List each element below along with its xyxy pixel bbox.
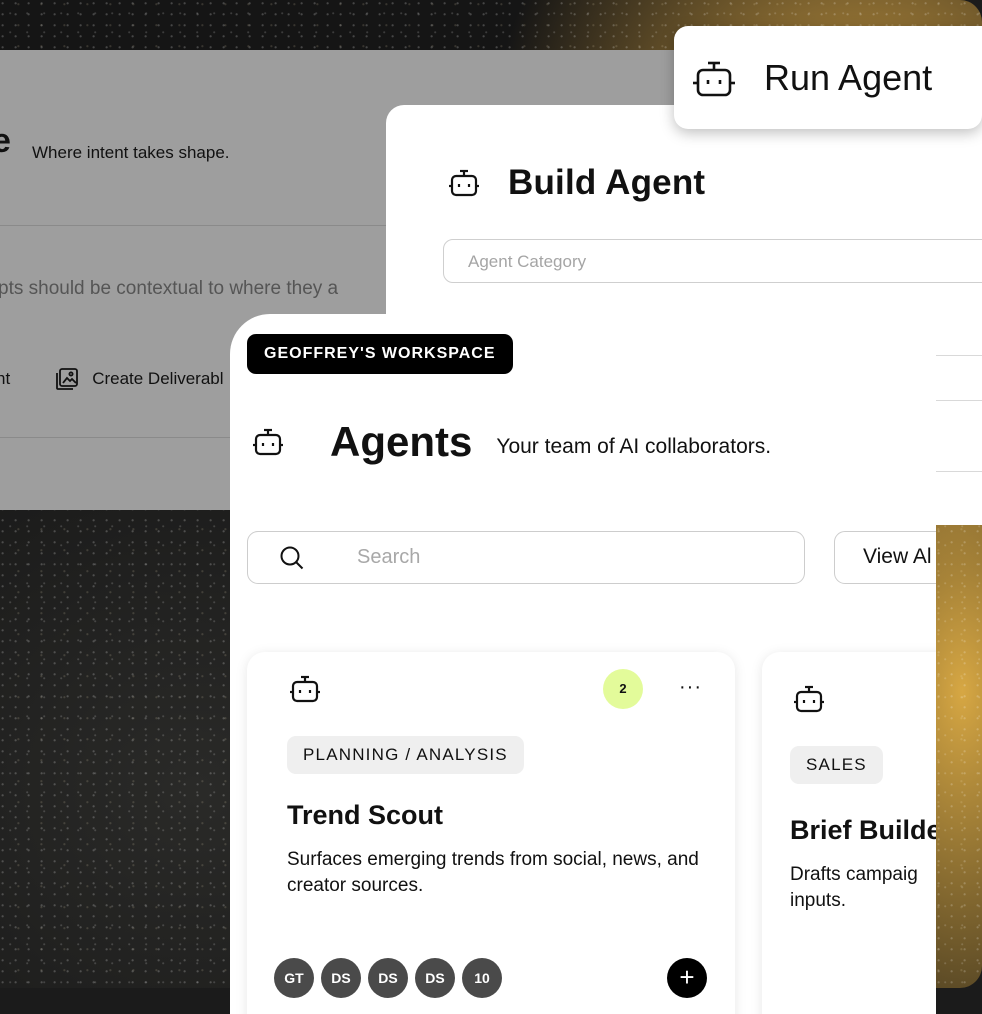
- agent-category-placeholder: Agent Category: [468, 252, 587, 271]
- avatar[interactable]: DS: [415, 958, 455, 998]
- search-input[interactable]: Search: [247, 531, 805, 584]
- robot-icon: [253, 428, 283, 456]
- more-icon[interactable]: ···: [679, 676, 702, 699]
- agents-panel: GEOFFREY'S WORKSPACE Agents Your team of…: [230, 314, 936, 1014]
- agent-card-trend-scout[interactable]: 2 ··· PLANNING / ANALYSIS Trend Scout Su…: [247, 652, 735, 1014]
- page-title: Agents: [330, 418, 473, 465]
- background-tagline: Where intent takes shape.: [32, 143, 230, 162]
- agents-header: Agents Your team of AI collaborators.: [250, 418, 771, 466]
- robot-icon: [290, 675, 320, 703]
- collaborator-avatars: GT DS DS DS 10: [274, 958, 509, 998]
- build-agent-header: Build Agent: [446, 163, 705, 203]
- agent-description-line: Drafts campaig: [790, 864, 918, 885]
- view-all-button[interactable]: View Al: [834, 531, 936, 584]
- agent-description-line: inputs.: [790, 890, 846, 911]
- agent-description: Surfaces emerging trends from social, ne…: [287, 849, 699, 896]
- agent-category-select[interactable]: Agent Category: [443, 239, 982, 283]
- robot-icon: [794, 685, 824, 713]
- background-page-title: e: [0, 122, 11, 160]
- divider: [936, 471, 982, 472]
- avatar[interactable]: DS: [321, 958, 361, 998]
- page-subtitle: Your team of AI collaborators.: [496, 435, 772, 458]
- build-agent-title: Build Agent: [508, 163, 706, 202]
- background-hint-text: pts should be contextual to where they a: [0, 278, 339, 299]
- agent-name: Trend Scout: [287, 800, 444, 830]
- avatar[interactable]: GT: [274, 958, 314, 998]
- image-add-icon: [56, 368, 79, 390]
- divider: [936, 400, 982, 401]
- run-agent-button[interactable]: Run Agent: [674, 26, 982, 129]
- avatar[interactable]: DS: [368, 958, 408, 998]
- background-action-1[interactable]: nt: [0, 369, 10, 389]
- search-icon: [280, 546, 304, 569]
- category-tag: PLANNING / ANALYSIS: [287, 736, 524, 774]
- workspace-badge[interactable]: GEOFFREY'S WORKSPACE: [247, 334, 513, 374]
- search-placeholder: Search: [357, 546, 421, 568]
- plus-icon[interactable]: +: [667, 958, 707, 998]
- background-actions: nt Create Deliverabl: [0, 366, 224, 392]
- agent-description: Drafts campaig inputs.: [790, 862, 936, 914]
- create-deliverable-button[interactable]: Create Deliverabl: [92, 369, 223, 389]
- run-agent-label: Run Agent: [764, 56, 933, 98]
- robot-icon: [449, 169, 479, 197]
- avatar-overflow-count[interactable]: 10: [462, 958, 502, 998]
- agent-card-brief-builder[interactable]: SALES Brief Builde Drafts campaig inputs…: [762, 652, 936, 1014]
- divider: [936, 355, 982, 356]
- robot-icon: [693, 61, 735, 96]
- category-tag: SALES: [790, 746, 883, 784]
- notification-count-badge: 2: [603, 669, 643, 709]
- agent-name: Brief Builde: [790, 815, 936, 845]
